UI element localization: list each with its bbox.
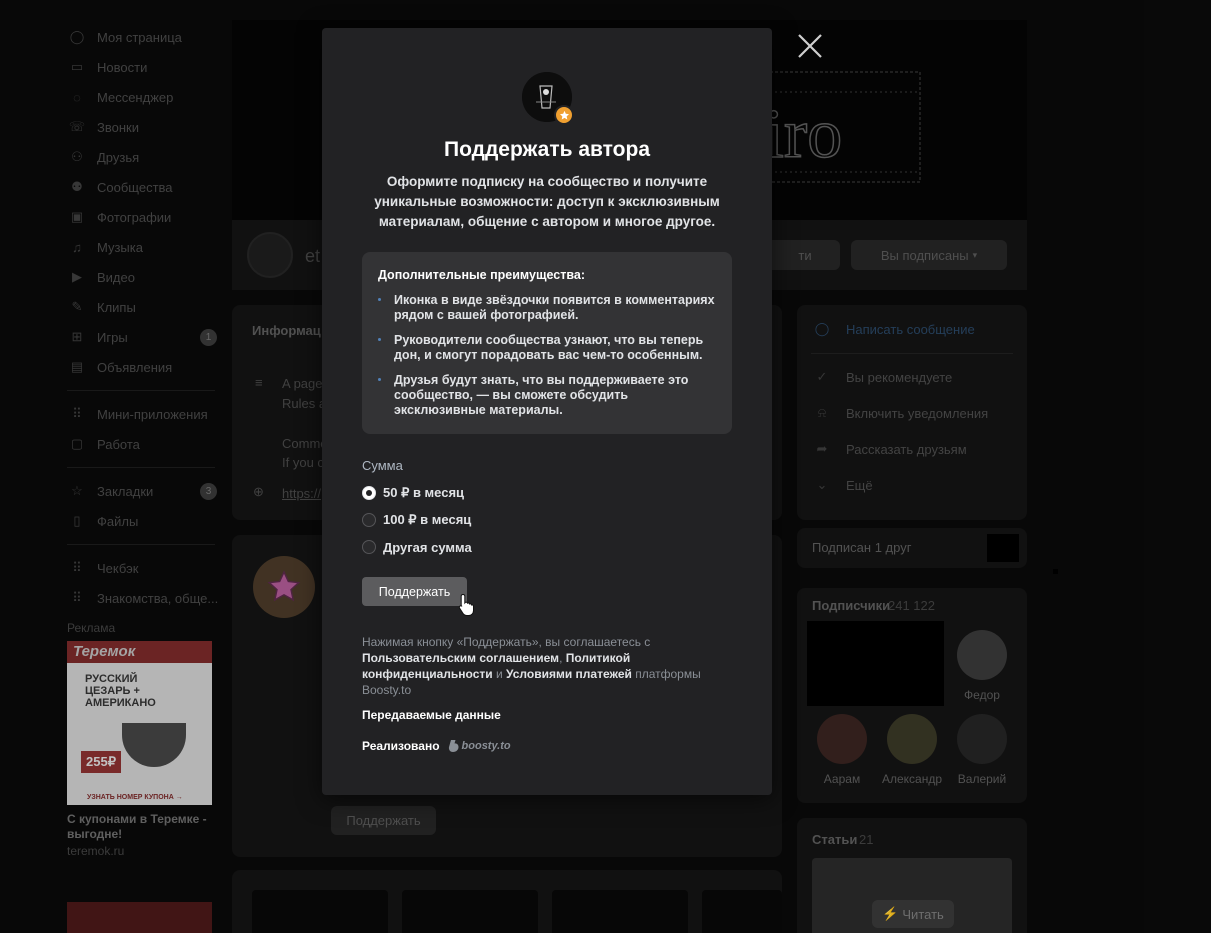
modal-description: Оформите подписку на сообщество и получи… bbox=[374, 174, 720, 229]
benefit-item: Иконка в виде звёздочки появится в комме… bbox=[378, 293, 716, 323]
legal-prefix: Нажимая кнопку «Поддержать», вы соглашае… bbox=[362, 635, 651, 649]
legal-text: Нажимая кнопку «Поддержать», вы соглашае… bbox=[362, 635, 701, 697]
benefits-list: Иконка в виде звёздочки появится в комме… bbox=[378, 293, 716, 418]
radio-dot[interactable] bbox=[362, 513, 376, 527]
transferred-data-link[interactable]: Передаваемые данные bbox=[362, 708, 501, 722]
radio-dot[interactable] bbox=[362, 486, 376, 500]
close-icon bbox=[798, 34, 822, 58]
donut-star-badge bbox=[554, 105, 574, 125]
modal-title: Поддержать автора bbox=[443, 138, 651, 161]
radio-dot[interactable] bbox=[362, 540, 376, 554]
radio-label: 50 ₽ в месяц bbox=[383, 485, 465, 500]
support-author-modal: Поддержать автора Оформите подписку на с… bbox=[322, 28, 772, 795]
benefits-title: Дополнительные преимущества: bbox=[378, 268, 585, 282]
benefit-item: Руководители сообщества узнают, что вы т… bbox=[378, 333, 716, 363]
boosty-logo-text: boosty.to bbox=[461, 740, 511, 752]
radio-custom[interactable]: Другая сумма bbox=[362, 538, 472, 556]
powered-by: Реализовано boosty.to bbox=[362, 739, 511, 753]
radio-50[interactable]: 50 ₽ в месяц bbox=[362, 484, 464, 502]
support-button[interactable]: Поддержать bbox=[362, 577, 467, 606]
hand-cursor-icon bbox=[458, 593, 474, 616]
powered-label: Реализовано bbox=[362, 739, 440, 753]
amount-label: Сумма bbox=[362, 458, 403, 473]
radio-100[interactable]: 100 ₽ в месяц bbox=[362, 511, 471, 529]
star-icon bbox=[559, 110, 569, 119]
legal-and: и bbox=[495, 667, 503, 681]
user-agreement-link[interactable]: Пользовательским соглашением bbox=[362, 651, 559, 665]
radio-label: Другая сумма bbox=[383, 539, 472, 555]
payment-terms-link[interactable]: Условиями платежей bbox=[506, 667, 632, 681]
benefits-box: Дополнительные преимущества: Иконка в ви… bbox=[362, 252, 732, 434]
radio-label: 100 ₽ в месяц bbox=[383, 512, 472, 527]
benefit-item: Друзья будут знать, что вы поддерживаете… bbox=[378, 373, 716, 418]
close-button[interactable] bbox=[796, 32, 824, 60]
boosty-logo[interactable]: boosty.to bbox=[448, 739, 511, 753]
boosty-icon bbox=[448, 740, 459, 752]
